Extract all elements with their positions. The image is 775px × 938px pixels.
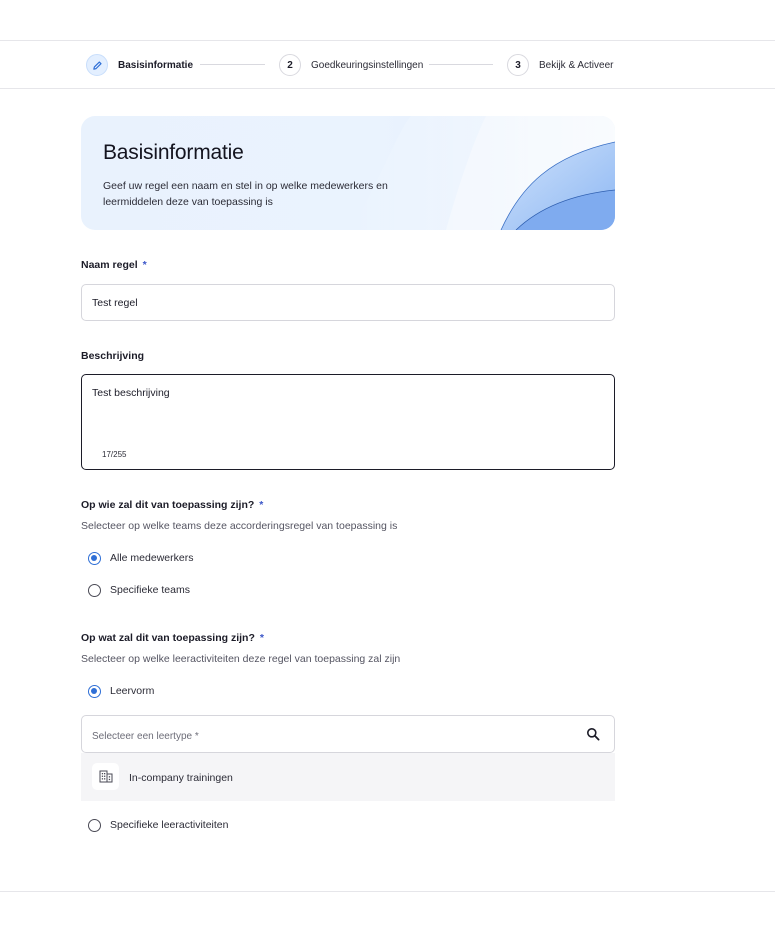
radio-button[interactable] — [88, 818, 101, 832]
select-placeholder: Selecteer een leertype * — [92, 731, 199, 742]
banner-wave-decoration — [351, 116, 615, 230]
selected-learning-type[interactable]: In-company trainingen — [81, 753, 615, 801]
description-value: Test beschrijving — [92, 387, 170, 399]
description-label: Beschrijving — [81, 350, 145, 362]
required-mark: * — [259, 632, 264, 644]
radio-button[interactable] — [88, 684, 101, 698]
step-connector — [429, 64, 493, 65]
selected-item-label: In-company trainingen — [129, 772, 233, 784]
character-counter: 17/255 — [102, 450, 127, 459]
header-banner: Basisinformatie Geef uw regel een naam e… — [81, 116, 615, 230]
radio-label: Specifieke teams — [110, 584, 190, 596]
step-label: Basisinformatie — [118, 59, 194, 71]
learning-type-select[interactable]: Selecteer een leertype * — [81, 715, 615, 753]
page-subtitle: Geef uw regel een naam en stel in op wel… — [103, 180, 388, 208]
radio-alle-medewerkers[interactable]: Alle medewerkers — [88, 550, 193, 566]
radio-specifieke-leeractiviteiten[interactable]: Specifieke leeractiviteiten — [88, 817, 228, 833]
radio-specifieke-teams[interactable]: Specifieke teams — [88, 582, 190, 598]
name-label: Naam regel * — [81, 259, 147, 271]
rule-name-input[interactable] — [81, 284, 615, 321]
step-label: Goedkeuringsinstellingen — [311, 59, 424, 71]
pencil-icon — [86, 54, 108, 76]
who-section-help: Selecteer op welke teams deze accorderin… — [81, 520, 398, 532]
what-section-title: Op wat zal dit van toepassing zijn? * — [81, 632, 264, 644]
search-icon[interactable] — [586, 727, 600, 741]
radio-button[interactable] — [88, 583, 101, 597]
footer-divider — [0, 891, 775, 892]
step-goedkeuringsinstellingen[interactable]: 2 Goedkeuringsinstellingen — [279, 53, 423, 77]
who-title-text: Op wie zal dit van toepassing zijn? — [81, 499, 255, 511]
step-number: 3 — [507, 54, 529, 76]
step-connector — [200, 64, 265, 65]
stepper: Basisinformatie 2 Goedkeuringsinstelling… — [0, 41, 775, 89]
what-title-text: Op wat zal dit van toepassing zijn? — [81, 632, 255, 644]
step-bekijk-activeer[interactable]: 3 Bekijk & Activeer — [507, 53, 613, 77]
required-mark: * — [142, 259, 147, 271]
what-section-help: Selecteer op welke leeractiviteiten deze… — [81, 653, 401, 665]
step-number: 2 — [279, 54, 301, 76]
top-bar — [0, 0, 775, 41]
radio-label: Leervorm — [110, 685, 155, 697]
radio-button[interactable] — [88, 551, 101, 565]
required-mark: * — [259, 499, 264, 511]
step-basisinformatie[interactable]: Basisinformatie — [86, 53, 193, 77]
radio-label: Alle medewerkers — [110, 552, 194, 564]
page-title: Basisinformatie — [103, 141, 244, 164]
description-textarea[interactable]: Test beschrijving 17/255 — [81, 374, 615, 470]
step-label: Bekijk & Activeer — [539, 59, 614, 71]
who-section-title: Op wie zal dit van toepassing zijn? * — [81, 499, 263, 511]
building-icon — [92, 763, 119, 790]
radio-leervorm[interactable]: Leervorm — [88, 683, 154, 699]
radio-label: Specifieke leeractiviteiten — [110, 819, 229, 831]
name-label-text: Naam regel — [81, 259, 138, 271]
